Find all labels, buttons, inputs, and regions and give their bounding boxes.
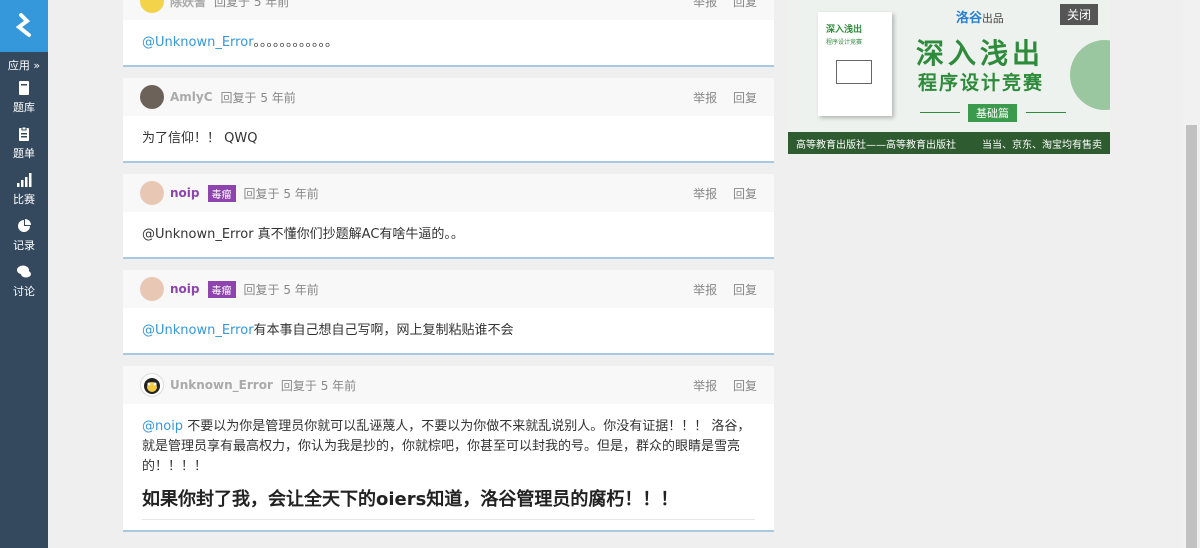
ad-subtitle: 程序设计竞赛 [918, 72, 1045, 94]
comment-header: noip 毒瘤 回复于 5 年前 举报 回复 [123, 174, 774, 212]
sidebar-item-lists[interactable]: 题单 [0, 120, 48, 166]
ad-title: 深入浅出 [916, 37, 1045, 70]
username[interactable]: noip [170, 282, 200, 296]
sidebar-item-problems[interactable]: 题库 [0, 74, 48, 120]
page-scrollbar[interactable] [1183, 0, 1200, 548]
sidebar-item-label: 比赛 [13, 192, 35, 206]
book-cover-image: 深入浅出 程序设计竞赛 [818, 12, 892, 116]
reply-link[interactable]: 回复 [733, 379, 757, 393]
comment-card: noip 毒瘤 回复于 5 年前 举报 回复 @Unknown_Error 有本… [123, 270, 774, 353]
sidebar-item-contests[interactable]: 比赛 [0, 166, 48, 212]
divider [920, 112, 960, 113]
mention-link[interactable]: @Unknown_Error [142, 321, 254, 341]
comment-header: 除妖耆 回复于 5 年前 举报 回复 [123, 0, 774, 20]
book-icon [19, 80, 29, 95]
report-link[interactable]: 举报 [693, 283, 717, 297]
ad-close-button[interactable]: 关闭 [1059, 4, 1098, 25]
comment-card: 除妖耆 回复于 5 年前 举报 回复 @Unknown_Error 。。。。。。… [123, 0, 774, 65]
comment-heading: 如果你封了我，会让全天下的oiers知道，洛谷管理员的腐朽！！！ [142, 489, 679, 510]
comment-text: @Unknown_Error 真不懂你们抄题解AC有啥牛逼的。。 [142, 226, 464, 242]
comment-header: noip 毒瘤 回复于 5 年前 举报 回复 [123, 270, 774, 308]
comment-header: Unknown_Error 回复于 5 年前 举报 回复 [123, 366, 774, 404]
book-cover-title: 深入浅出 [826, 25, 863, 35]
divider [142, 519, 755, 520]
report-link[interactable]: 举报 [693, 91, 717, 105]
report-link[interactable]: 举报 [693, 379, 717, 393]
comment-header: AmlyC 回复于 5 年前 举报 回复 [123, 78, 774, 116]
username[interactable]: noip [170, 186, 200, 200]
avatar[interactable] [140, 181, 164, 205]
sidebar-item-label: 讨论 [13, 284, 35, 298]
comment-body: @noip 不要以为你是管理员你就可以乱诬蔑人，不要以为你做不来就乱说别人。你没… [123, 404, 774, 530]
sidebar-item-label: 题库 [13, 100, 35, 114]
luogu-logo[interactable] [0, 0, 48, 52]
user-tag-badge: 毒瘤 [207, 184, 236, 202]
apps-menu[interactable]: 应用 » [0, 58, 48, 74]
bar-chart-icon [17, 172, 32, 187]
sidebar-item-records[interactable]: 记录 [0, 212, 48, 258]
reply-link[interactable]: 回复 [733, 283, 757, 297]
sidebar-item-label: 记录 [13, 238, 35, 252]
report-link[interactable]: 举报 [693, 187, 717, 201]
comment-text: 有本事自己想自己写啊，网上复制粘贴谁不会 [253, 322, 514, 338]
username[interactable]: 除妖耆 [170, 0, 206, 10]
comment-body: @Unknown_Error 。。。。。。。。。。。。 [123, 20, 774, 65]
comment-list: 除妖耆 回复于 5 年前 举报 回复 @Unknown_Error 。。。。。。… [123, 0, 774, 543]
comment-card: Unknown_Error 回复于 5 年前 举报 回复 @noip 不要以为你… [123, 366, 774, 530]
mention-link[interactable]: @noip [142, 419, 183, 434]
reply-link[interactable]: 回复 [733, 91, 757, 105]
divider [1026, 112, 1066, 113]
sidebar-item-label: 题单 [13, 146, 35, 160]
comment-body: @Unknown_Error 真不懂你们抄题解AC有啥牛逼的。。 [123, 212, 774, 257]
book-cover-subtitle: 程序设计竞赛 [826, 39, 863, 46]
comment-text: 。。。。。。。。。。。。 [253, 34, 339, 50]
ad-brand-name: 洛谷 [956, 11, 983, 26]
ad-sellers: 当当、京东、淘宝均有售卖 [982, 139, 1102, 151]
pie-chart-icon [18, 218, 31, 232]
avatar[interactable] [140, 373, 164, 397]
reply-time: 回复于 5 年前 [214, 0, 290, 9]
comment-text: 为了信仰！！ QWQ [142, 130, 258, 146]
reply-link[interactable]: 回复 [733, 187, 757, 201]
avatar[interactable] [140, 85, 164, 109]
reply-time: 回复于 5 年前 [220, 90, 296, 105]
reply-time: 回复于 5 年前 [243, 282, 319, 297]
scrollbar-thumb[interactable] [1186, 125, 1197, 548]
ad-brand-suffix: 出品 [982, 12, 1004, 25]
reply-time: 回复于 5 年前 [243, 186, 319, 201]
avatar[interactable] [140, 277, 164, 301]
reply-time: 回复于 5 年前 [280, 378, 357, 393]
bird-avatar-icon [144, 378, 160, 394]
sidebar-item-discuss[interactable]: 讨论 [0, 258, 48, 304]
clipboard-icon [19, 126, 29, 141]
mention-link[interactable]: @Unknown_Error [142, 33, 254, 53]
reply-link[interactable]: 回复 [733, 0, 757, 9]
ad-publisher: 高等教育出版社——高等教育出版社 [796, 139, 956, 151]
ad-footer: 高等教育出版社——高等教育出版社 当当、京东、淘宝均有售卖 [788, 132, 1110, 154]
comment-text: 不要以为你是管理员你就可以乱诬蔑人，不要以为你做不来就乱说别人。你没有证据！！！… [142, 419, 751, 474]
comments-icon [17, 265, 31, 277]
comment-card: noip 毒瘤 回复于 5 年前 举报 回复 @Unknown_Error 真不… [123, 174, 774, 257]
ad-banner[interactable]: 深入浅出 程序设计竞赛 洛谷出品 关闭 深入浅出 程序设计竞赛 基础篇 高等教育… [788, 0, 1110, 154]
username[interactable]: Unknown_Error [170, 378, 273, 392]
ad-level-badge: 基础篇 [968, 104, 1017, 122]
ad-brand: 洛谷出品 [956, 7, 1004, 26]
avatar[interactable] [140, 0, 164, 13]
comment-card: AmlyC 回复于 5 年前 举报 回复 为了信仰！！ QWQ [123, 78, 774, 161]
logo-icon [15, 13, 31, 37]
username[interactable]: AmlyC [170, 90, 213, 104]
sidebar: 应用 » 题库 题单 比赛 记录 讨论 [0, 0, 48, 548]
comment-body: @Unknown_Error 有本事自己想自己写啊，网上复制粘贴谁不会 [123, 308, 774, 353]
ad-decoration [1070, 40, 1110, 110]
report-link[interactable]: 举报 [693, 0, 717, 9]
comment-body: 为了信仰！！ QWQ [123, 116, 774, 161]
user-tag-badge: 毒瘤 [207, 280, 236, 298]
